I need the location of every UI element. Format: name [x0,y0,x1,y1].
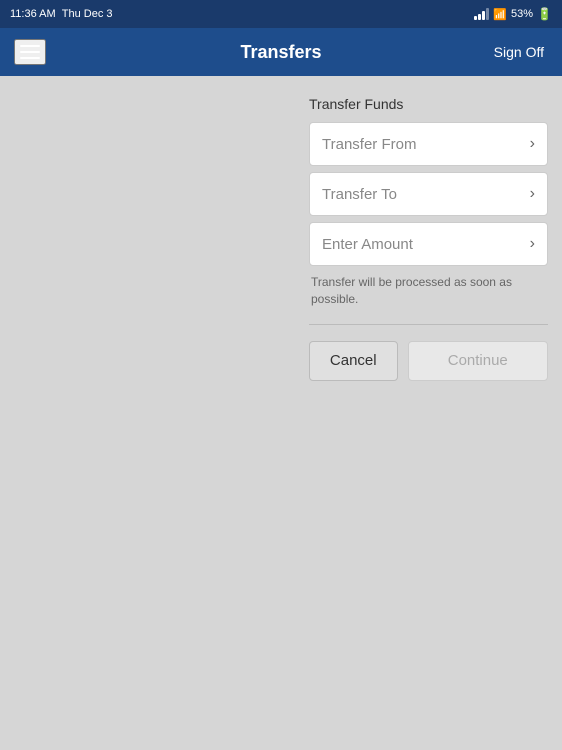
status-bar: 11:36 AM Thu Dec 3 📶 53% 🔋 [0,0,562,28]
info-text: Transfer will be processed as soon as po… [309,274,548,308]
page-title: Transfers [240,42,321,63]
left-panel [0,76,295,750]
hamburger-icon [20,45,40,47]
battery-icon: 🔋 [537,7,552,21]
chevron-right-icon: › [530,185,535,203]
chevron-right-icon: › [530,235,535,253]
enter-amount-field[interactable]: Enter Amount › [309,222,548,266]
continue-button[interactable]: Continue [408,341,548,381]
buttons-row: Cancel Continue [309,341,548,381]
transfer-from-label: Transfer From [322,136,416,153]
wifi-icon: 📶 [493,8,507,21]
signal-icon [474,8,489,20]
status-time: 11:36 AM Thu Dec 3 [10,8,113,20]
menu-button[interactable] [14,39,46,65]
main-content: Transfer Funds Transfer From › Transfer … [0,76,562,750]
transfer-from-field[interactable]: Transfer From › [309,122,548,166]
transfer-to-label: Transfer To [322,186,397,203]
header: Transfers Sign Off [0,28,562,76]
divider [309,324,548,325]
section-title: Transfer Funds [309,96,548,112]
status-indicators: 📶 53% 🔋 [474,7,552,21]
transfer-to-field[interactable]: Transfer To › [309,172,548,216]
right-panel: Transfer Funds Transfer From › Transfer … [295,76,562,750]
cancel-button[interactable]: Cancel [309,341,398,381]
chevron-right-icon: › [530,135,535,153]
hamburger-icon [20,51,40,53]
sign-off-button[interactable]: Sign Off [488,40,550,64]
hamburger-icon [20,57,40,59]
battery-percentage: 53% [511,8,533,20]
enter-amount-label: Enter Amount [322,236,413,253]
